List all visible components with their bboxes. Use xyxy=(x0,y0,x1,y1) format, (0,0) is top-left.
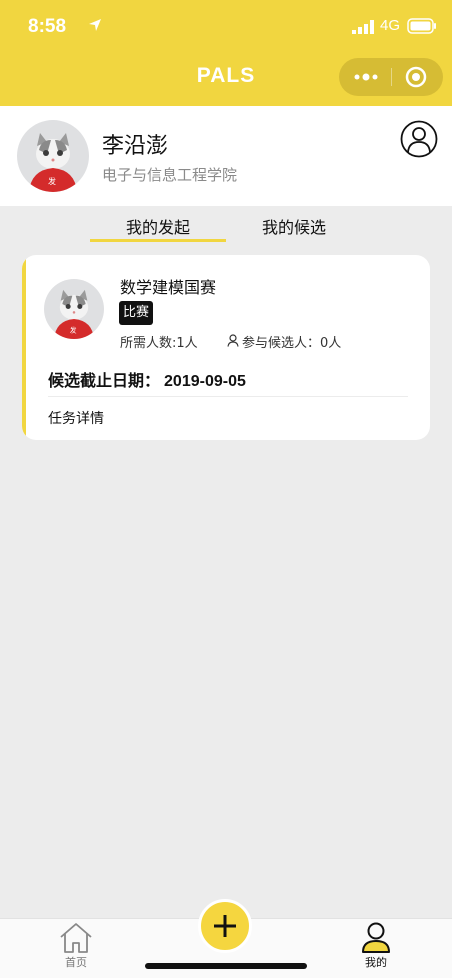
deadline-date: 2019-09-05 xyxy=(164,373,246,390)
svg-text:发: 发 xyxy=(48,176,56,186)
svg-text:发: 发 xyxy=(70,325,77,334)
task-deadline: 候选截止日期： 2019-09-05 xyxy=(48,367,246,391)
user-name: 李沿澎 xyxy=(102,134,169,159)
deadline-label: 候选截止日期： xyxy=(48,371,161,390)
card-accent-bar xyxy=(22,255,26,440)
target-icon[interactable] xyxy=(405,66,427,88)
battery-icon xyxy=(407,18,436,34)
location-arrow-icon xyxy=(89,19,101,31)
avatar[interactable]: 发 xyxy=(17,120,89,192)
person-icon xyxy=(227,334,239,347)
tab-my-initiated[interactable]: 我的发起 xyxy=(90,214,226,238)
add-task-button[interactable] xyxy=(198,899,252,953)
task-card[interactable]: 发 数学建模国赛 比赛 所需人数:1人 参与候选人：0人 候选截止日期： 2019… xyxy=(22,255,430,440)
status-time: 8:58 xyxy=(28,16,67,37)
user-college: 电子与信息工程学院 xyxy=(102,166,238,184)
task-required-count: 所需人数:1人 xyxy=(120,336,198,351)
home-icon xyxy=(60,923,92,953)
user-profile-icon[interactable] xyxy=(400,120,438,158)
more-icon[interactable] xyxy=(353,66,379,88)
capsule-divider xyxy=(391,68,392,86)
home-indicator xyxy=(145,963,307,969)
task-title: 数学建模国赛 xyxy=(120,278,217,297)
nav-mine-label: 我的 xyxy=(365,956,387,969)
tab-my-candidates[interactable]: 我的候选 xyxy=(226,214,362,238)
task-tag-badge: 比赛 xyxy=(119,301,154,325)
task-detail-link[interactable]: 任务详情 xyxy=(48,408,104,428)
tab-bar: 我的发起 我的候选 xyxy=(0,206,452,244)
network-type: 4G xyxy=(380,17,401,34)
nav-home[interactable]: 首页 xyxy=(56,922,96,974)
active-tab-indicator xyxy=(90,239,226,242)
task-avatar: 发 xyxy=(44,279,104,339)
header: 8:58 4G PALS xyxy=(0,0,452,106)
user-icon xyxy=(362,922,390,953)
plus-icon xyxy=(214,915,236,937)
nav-mine[interactable]: 我的 xyxy=(356,922,396,974)
task-candidate-count: 参与候选人：0人 xyxy=(242,336,342,351)
profile-section: 发 李沿澎 电子与信息工程学院 xyxy=(0,106,452,206)
card-divider xyxy=(48,396,408,397)
nav-home-label: 首页 xyxy=(65,956,87,969)
mini-program-capsule xyxy=(339,58,443,96)
signal-icon xyxy=(352,20,374,34)
